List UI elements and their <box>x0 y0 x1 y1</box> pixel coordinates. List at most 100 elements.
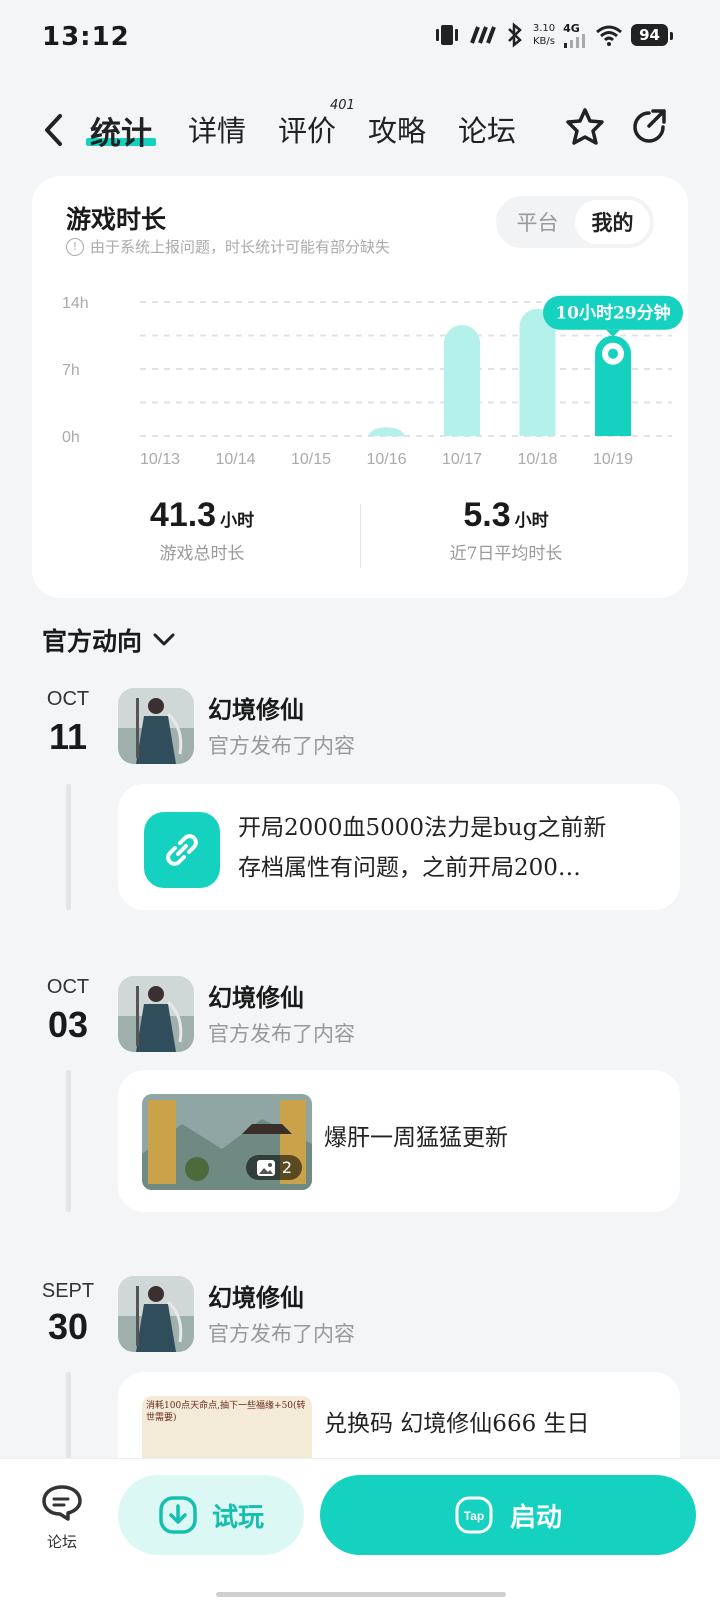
card-title: 游戏时长 <box>66 205 167 234</box>
tab-forum[interactable]: 论坛 <box>458 108 516 150</box>
signal-icon: 4G <box>563 23 587 48</box>
game-avatar[interactable] <box>118 688 194 764</box>
x-tick-label: 10/16 <box>366 451 406 468</box>
card-note: ! 由于系统上报问题，时长统计可能有部分缺失 <box>66 236 390 257</box>
y-tick-label: 7h <box>62 362 80 379</box>
forum-label: 论坛 <box>46 1533 77 1551</box>
game-avatar[interactable] <box>118 976 194 1052</box>
stats-summary: 41.3 小时 游戏总时长 5.3 小时 近7日平均时长 <box>32 496 688 586</box>
total-playtime-label: 游戏总时长 <box>159 544 245 564</box>
tab-reviews[interactable]: 评价 <box>278 108 336 150</box>
post-text-line-1: 开局2000血5000法力是bug之前新 <box>238 815 607 841</box>
trial-play-button[interactable]: 试玩 <box>118 1475 304 1555</box>
post-day: 30 <box>47 1306 89 1347</box>
platform-mine-toggle: 平台 我的 <box>496 196 654 248</box>
battery-indicator: 94 <box>631 24 673 46</box>
segment-platform[interactable]: 平台 <box>500 200 575 244</box>
average-playtime-value: 5.3 <box>463 496 511 534</box>
chart-bar <box>519 308 556 436</box>
tab-stats-label: 统计 <box>90 116 152 152</box>
timeline-line <box>66 1070 71 1212</box>
total-playtime-unit: 小时 <box>220 511 255 531</box>
playtime-stats-card: 游戏时长 ! 由于系统上报问题，时长统计可能有部分缺失 平台 我的 0h 7h 14… <box>32 176 688 598</box>
bottom-action-bar: 论坛 试玩 Tap 启动 <box>0 1458 720 1600</box>
trial-play-label: 试玩 <box>211 1502 264 1533</box>
link-post-icon <box>144 812 220 888</box>
total-playtime: 41.3 小时 游戏总时长 <box>52 496 352 564</box>
y-tick-label: 14h <box>62 295 89 312</box>
post-month: OCT <box>46 976 90 998</box>
total-playtime-value: 41.3 <box>149 496 217 534</box>
post-day: 11 <box>48 716 88 757</box>
launch-button[interactable]: Tap 启动 <box>320 1475 696 1555</box>
y-tick-label: 0h <box>62 429 80 446</box>
segment-mine[interactable]: 我的 <box>575 200 650 244</box>
share-button[interactable] <box>626 104 672 150</box>
forum-button[interactable]: 论坛 <box>36 1483 88 1552</box>
home-indicator[interactable] <box>216 1592 506 1597</box>
post-thumbnail[interactable]: 2 <box>142 1094 312 1190</box>
tab-reviews-label: 评价 <box>278 114 337 148</box>
launch-label: 启动 <box>509 1502 562 1533</box>
tab-guides-label: 攻略 <box>368 114 427 148</box>
top-nav: 统计 详情 评价 401 攻略 论坛 <box>0 88 720 168</box>
post-text-line-2: 存档属性有问题，之前开局200… <box>238 855 581 881</box>
x-tick-label: 10/13 <box>140 451 180 468</box>
status-time: 13:12 <box>42 22 130 52</box>
chart-highlight-dot-inner <box>608 348 618 359</box>
tab-stats[interactable]: 统计 <box>90 108 152 153</box>
vibrate-icon <box>433 23 461 47</box>
official-news-dropdown[interactable]: 官方动向 <box>42 622 176 658</box>
thumbnail-text: 消耗100点天命点,抽下一些福缘+50(转世需要) <box>146 1401 306 1423</box>
post-subtitle: 官方发布了内容 <box>208 1022 355 1046</box>
chart-tooltip-label: 10小时29分钟 <box>555 303 670 324</box>
average-playtime-unit: 小时 <box>514 511 549 531</box>
post-text: 兑换码 幻境修仙666 生日 <box>324 1411 590 1437</box>
average-playtime-label: 近7日平均时长 <box>449 544 563 564</box>
timeline-line <box>66 784 71 910</box>
x-tick-label: 10/19 <box>593 451 633 468</box>
card-note-text: 由于系统上报问题，时长统计可能有部分缺失 <box>90 238 391 256</box>
tab-guides[interactable]: 攻略 <box>368 108 426 150</box>
post-subtitle: 官方发布了内容 <box>208 734 355 758</box>
share-icon <box>633 109 666 143</box>
game-avatar[interactable] <box>118 1276 194 1352</box>
net-speed: 3.10 KB/s <box>533 22 555 48</box>
post-card[interactable]: 开局2000血5000法力是bug之前新 存档属性有问题，之前开局200… <box>118 784 680 910</box>
tab-forum-label: 论坛 <box>458 114 517 148</box>
image-count-badge: 2 <box>245 1155 302 1180</box>
link-icon <box>166 834 198 866</box>
status-bar: 13:12 3.10 KB/s 4G 94 <box>0 0 720 76</box>
network-type: 4G <box>563 21 580 35</box>
chevron-left-icon <box>45 114 62 146</box>
x-tick-label: 10/15 <box>291 451 331 468</box>
wifi-icon <box>595 24 623 46</box>
post-subtitle: 官方发布了内容 <box>208 1322 355 1346</box>
status-icons: 3.10 KB/s 4G 94 <box>433 22 673 48</box>
post-text: 开局2000血5000法力是bug之前新 存档属性有问题，之前开局200… <box>238 808 658 888</box>
average-playtime: 5.3 小时 近7日平均时长 <box>356 496 656 564</box>
section-title: 官方动向 <box>42 627 143 656</box>
forum-chat-icon <box>42 1485 82 1521</box>
net-speed-unit: KB/s <box>532 36 555 47</box>
tap-logo-text: Tap <box>464 1509 484 1523</box>
favorite-button[interactable] <box>562 104 608 150</box>
back-button[interactable] <box>36 108 70 152</box>
reviews-count-badge: 401 <box>330 98 355 113</box>
post-card[interactable]: 2 爆肝一周猛猛更新 <box>118 1070 680 1212</box>
tab-details-label: 详情 <box>188 114 247 148</box>
post-day: 03 <box>47 1004 89 1045</box>
post-author: 幻境修仙 <box>208 695 304 724</box>
image-count: 2 <box>281 1158 292 1177</box>
x-tick-label: 10/14 <box>215 451 255 468</box>
timeline-line <box>66 1372 71 1462</box>
chart-bar <box>444 324 480 436</box>
chevron-down-icon <box>153 633 175 646</box>
tab-details[interactable]: 详情 <box>188 108 246 150</box>
star-icon <box>566 108 604 145</box>
post-author: 幻境修仙 <box>208 983 304 1012</box>
x-tick-label: 10/17 <box>442 451 482 468</box>
net-speed-value: 3.10 <box>532 23 556 34</box>
info-icon: ! <box>66 237 84 256</box>
nfc-icon <box>469 25 497 45</box>
